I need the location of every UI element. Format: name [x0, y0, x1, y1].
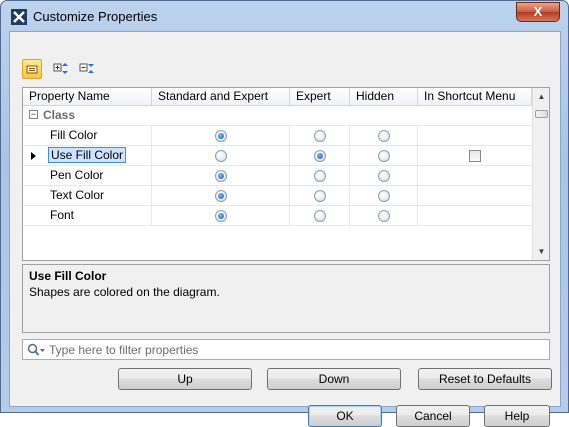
radio-expert[interactable] — [314, 130, 326, 142]
scroll-down-icon[interactable]: ▼ — [533, 243, 549, 260]
radio-standard-and-expert[interactable] — [215, 210, 227, 222]
app-icon — [11, 9, 27, 25]
radio-hidden[interactable] — [378, 190, 390, 202]
collapse-group-icon[interactable]: − — [29, 110, 38, 119]
group-label: Class — [43, 108, 76, 122]
radio-hidden[interactable] — [378, 150, 390, 162]
radio-standard-and-expert[interactable] — [215, 170, 227, 182]
radio-hidden[interactable] — [378, 130, 390, 142]
collapse-all-button[interactable] — [78, 59, 98, 79]
grid-body: − Class Fill Color Use Fill Color Pen Co… — [23, 106, 532, 260]
radio-hidden[interactable] — [378, 170, 390, 182]
radio-hidden[interactable] — [378, 210, 390, 222]
close-icon: X — [533, 4, 543, 19]
expand-all-icon — [53, 63, 68, 74]
properties-grid: Property Name Standard and Expert Expert… — [22, 87, 550, 261]
collapse-all-icon — [79, 63, 94, 73]
search-icon[interactable] — [27, 343, 47, 357]
up-button[interactable]: Up — [118, 368, 252, 390]
scroll-thumb[interactable] — [535, 110, 548, 118]
column-header-property-name[interactable]: Property Name — [23, 88, 152, 106]
customize-properties-dialog: Customize Properties X Property Name Sta… — [0, 0, 569, 427]
filter-box[interactable] — [22, 339, 550, 360]
dialog-body: Property Name Standard and Expert Expert… — [9, 31, 561, 427]
table-row[interactable]: Fill Color — [23, 126, 532, 146]
property-name: Text Color — [50, 188, 105, 202]
help-button[interactable]: Help — [484, 405, 550, 427]
property-name: Fill Color — [50, 128, 98, 142]
window-title: Customize Properties — [33, 9, 158, 24]
radio-expert[interactable] — [314, 210, 326, 222]
list-view-button[interactable] — [22, 59, 42, 79]
cancel-button[interactable]: Cancel — [396, 405, 470, 427]
title-bar[interactable]: Customize Properties X — [1, 1, 568, 31]
column-header-standard-and-expert[interactable]: Standard and Expert — [152, 88, 290, 106]
description-panel: Use Fill Color Shapes are colored on the… — [22, 264, 550, 333]
down-button[interactable]: Down — [267, 368, 401, 390]
table-row[interactable]: Use Fill Color — [23, 146, 532, 166]
grid-header: Property Name Standard and Expert Expert… — [23, 88, 532, 106]
radio-standard-and-expert[interactable] — [215, 150, 227, 162]
shortcut-menu-checkbox[interactable] — [469, 150, 481, 162]
group-row-class[interactable]: − Class — [23, 106, 532, 126]
scroll-up-icon[interactable]: ▲ — [533, 88, 549, 105]
radio-standard-and-expert[interactable] — [215, 190, 227, 202]
table-row[interactable]: Text Color — [23, 186, 532, 206]
filter-input[interactable] — [49, 342, 544, 358]
close-button[interactable]: X — [516, 2, 560, 22]
property-name: Pen Color — [50, 168, 104, 182]
description-text: Shapes are colored on the diagram. — [29, 285, 220, 299]
list-view-icon — [26, 65, 38, 74]
property-name: Font — [50, 208, 75, 222]
radio-expert[interactable] — [314, 190, 326, 202]
column-header-expert[interactable]: Expert — [290, 88, 350, 106]
table-row[interactable]: Pen Color — [23, 166, 532, 186]
reset-to-defaults-button[interactable]: Reset to Defaults — [418, 368, 552, 390]
table-row[interactable]: Font — [23, 206, 532, 226]
column-header-in-shortcut-menu[interactable]: In Shortcut Menu — [418, 88, 532, 106]
expand-all-button[interactable] — [52, 59, 72, 79]
radio-expert[interactable] — [314, 150, 326, 162]
radio-standard-and-expert[interactable] — [215, 130, 227, 142]
ok-button[interactable]: OK — [308, 405, 382, 427]
column-header-hidden[interactable]: Hidden — [350, 88, 418, 106]
description-title: Use Fill Color — [29, 269, 107, 283]
radio-expert[interactable] — [314, 170, 326, 182]
property-name: Use Fill Color — [48, 147, 127, 163]
vertical-scrollbar[interactable]: ▲ ▼ — [532, 88, 549, 260]
